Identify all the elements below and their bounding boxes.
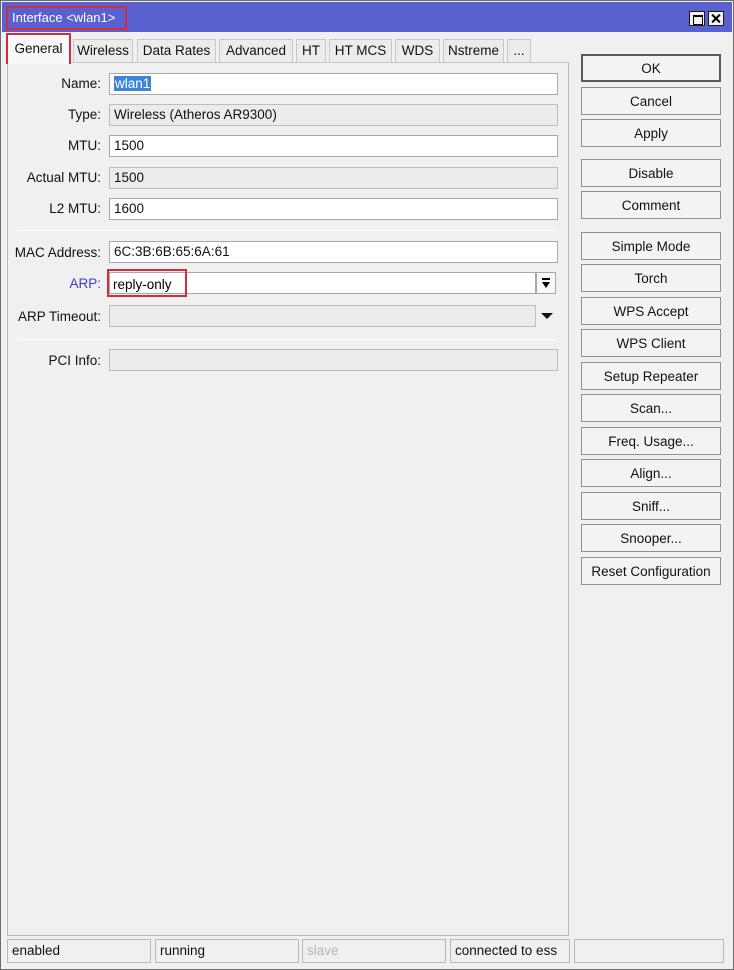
maximize-icon[interactable] (689, 11, 705, 26)
pci-info-label: PCI Info: (48, 353, 101, 368)
disable-button[interactable]: Disable (581, 159, 721, 187)
chevron-down-icon[interactable] (541, 313, 553, 319)
mac-address-input[interactable]: 6C:3B:6B:65:6A:61 (109, 241, 558, 263)
type-label: Type: (67, 107, 101, 122)
tab-data-rates[interactable]: Data Rates (137, 39, 216, 63)
actual-mtu-label: Actual MTU: (26, 170, 101, 185)
tab-more[interactable]: ... (507, 39, 531, 63)
arp-timeout-input[interactable] (109, 305, 536, 327)
wps-accept-button[interactable]: WPS Accept (581, 297, 721, 325)
reset-configuration-button[interactable]: Reset Configuration (581, 557, 721, 585)
comment-button[interactable]: Comment (581, 191, 721, 219)
simple-mode-button[interactable]: Simple Mode (581, 232, 721, 260)
title-bar[interactable]: Interface <wlan1> (2, 2, 732, 32)
tab-ht[interactable]: HT (296, 39, 326, 63)
status-enabled: enabled (7, 939, 151, 963)
l2-mtu-label: L2 MTU: (49, 201, 101, 216)
pci-info-field (109, 349, 558, 371)
setup-repeater-button[interactable]: Setup Repeater (581, 362, 721, 390)
arp-label[interactable]: ARP: (7, 275, 101, 293)
status-slave: slave (302, 939, 446, 963)
name-value: wlan1 (114, 76, 152, 91)
align-button[interactable]: Align... (581, 459, 721, 487)
interface-window: Interface <wlan1> General Wireless Data … (0, 0, 734, 970)
tab-advanced[interactable]: Advanced (219, 39, 293, 63)
status-extra (574, 939, 724, 963)
actual-mtu-field: 1500 (109, 167, 558, 189)
general-panel (7, 62, 569, 936)
close-icon[interactable] (708, 11, 724, 26)
separator (17, 230, 557, 231)
tab-wds[interactable]: WDS (395, 39, 440, 63)
sniff-button[interactable]: Sniff... (581, 492, 721, 520)
apply-button[interactable]: Apply (581, 119, 721, 147)
mac-address-label: MAC Address: (14, 245, 101, 260)
arp-timeout-label: ARP Timeout: (17, 309, 101, 324)
arp-dropdown-icon[interactable] (536, 272, 556, 294)
mtu-label: MTU: (68, 138, 101, 153)
status-connection: connected to ess (450, 939, 570, 963)
snooper-button[interactable]: Snooper... (581, 524, 721, 552)
torch-button[interactable]: Torch (581, 264, 721, 292)
cancel-button[interactable]: Cancel (581, 87, 721, 115)
scan-button[interactable]: Scan... (581, 394, 721, 422)
tab-nstreme[interactable]: Nstreme (443, 39, 504, 63)
tab-ht-mcs[interactable]: HT MCS (329, 39, 392, 63)
freq-usage-button[interactable]: Freq. Usage... (581, 427, 721, 455)
separator (17, 339, 557, 340)
window-title: Interface <wlan1> (6, 6, 127, 30)
type-field: Wireless (Atheros AR9300) (109, 104, 558, 126)
wps-client-button[interactable]: WPS Client (581, 329, 721, 357)
name-input[interactable]: wlan1 (109, 73, 558, 95)
tab-wireless[interactable]: Wireless (73, 39, 133, 63)
mtu-input[interactable]: 1500 (109, 135, 558, 157)
arp-value: reply-only (113, 277, 172, 292)
name-label: Name: (61, 76, 101, 91)
l2-mtu-input[interactable]: 1600 (109, 198, 558, 220)
ok-button[interactable]: OK (581, 54, 721, 82)
tab-general[interactable]: General (6, 33, 71, 64)
status-running: running (155, 939, 299, 963)
